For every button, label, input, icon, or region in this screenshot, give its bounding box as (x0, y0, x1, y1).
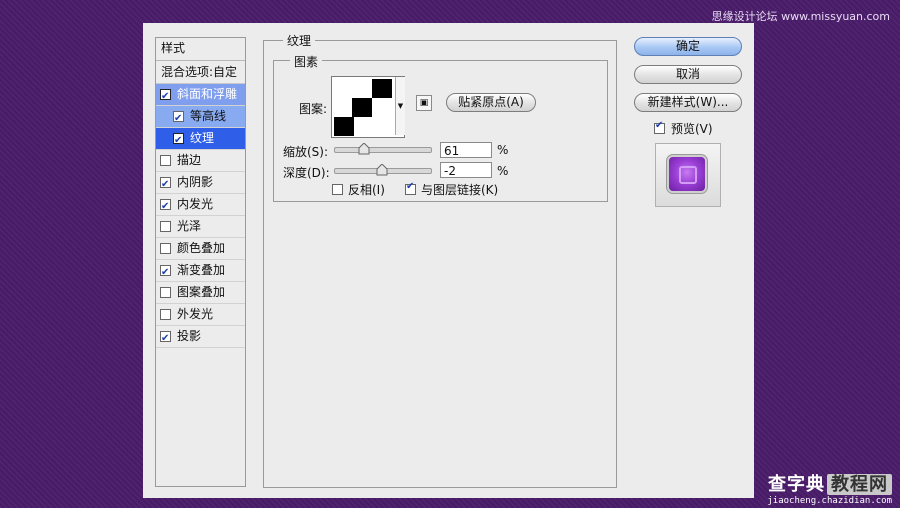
inner-shadow-checkbox[interactable] (160, 174, 171, 195)
style-item-label: 投影 (177, 329, 202, 343)
scale-input[interactable]: 61 (440, 142, 492, 158)
style-item-label: 光泽 (177, 219, 202, 233)
style-item-label: 外发光 (177, 307, 214, 321)
texture-section-title: 纹理 (283, 32, 316, 49)
style-item-bevel-emboss[interactable]: 斜面和浮雕 (156, 84, 245, 107)
cancel-button[interactable]: 取消 (634, 65, 742, 84)
scale-percent-sign: % (497, 143, 509, 157)
gradient-overlay-checkbox[interactable] (160, 262, 171, 283)
depth-percent-sign: % (497, 164, 509, 178)
color-overlay-checkbox[interactable] (160, 243, 171, 254)
stroke-checkbox[interactable] (160, 155, 171, 166)
preview-swatch (669, 157, 705, 191)
styles-list-panel: 样式 混合选项:自定 斜面和浮雕 等高线 纹理 描边 内阴影 内发光 光泽 (155, 37, 246, 487)
depth-slider[interactable] (334, 164, 432, 176)
preview-label: 预览(V) (671, 122, 713, 136)
preview-option[interactable]: 预览(V) (654, 120, 713, 137)
pattern-label: 图案: (299, 102, 328, 116)
style-item-label: 斜面和浮雕 (177, 87, 238, 101)
style-item-label: 纹理 (190, 131, 215, 145)
scale-slider[interactable] (334, 143, 432, 155)
pattern-swatch[interactable]: ▼ (331, 76, 405, 138)
blending-options-item[interactable]: 混合选项:自定 (156, 61, 245, 84)
style-item-label: 渐变叠加 (177, 263, 226, 277)
watermark-main: 查字典 (768, 474, 825, 495)
style-item-gradient-overlay[interactable]: 渐变叠加 (156, 260, 245, 283)
style-item-label: 描边 (177, 153, 202, 167)
link-with-layer-option[interactable]: 与图层链接(K) (405, 181, 498, 198)
invert-checkbox[interactable] (332, 184, 343, 195)
style-item-stroke[interactable]: 描边 (156, 150, 245, 172)
style-item-outer-glow[interactable]: 外发光 (156, 304, 245, 326)
style-item-label: 颜色叠加 (177, 241, 226, 255)
contour-checkbox[interactable] (173, 108, 184, 129)
satin-checkbox[interactable] (160, 221, 171, 232)
outer-glow-checkbox[interactable] (160, 309, 171, 320)
elements-group-title: 图素 (290, 53, 323, 70)
pattern-square (334, 117, 354, 136)
bevel-emboss-checkbox[interactable] (160, 86, 171, 107)
watermark-top: 思缘设计论坛 www.missyuan.com (711, 10, 890, 23)
inner-glow-checkbox[interactable] (160, 196, 171, 217)
scale-label: 缩放(S): (283, 145, 329, 159)
style-item-label: 内发光 (177, 197, 214, 211)
style-item-label: 等高线 (190, 109, 227, 123)
link-with-layer-label: 与图层链接(K) (421, 183, 499, 197)
new-style-button[interactable]: 新建样式(W)... (634, 93, 742, 112)
style-item-inner-shadow[interactable]: 内阴影 (156, 172, 245, 195)
elements-group: 图素 图案: ▼ ▣ 贴紧原点(A) 缩放(S): 61 % 深度(D): -2… (273, 53, 608, 202)
texture-checkbox[interactable] (173, 130, 184, 151)
style-preview-thumbnail (655, 143, 721, 207)
pattern-dropdown-icon[interactable]: ▼ (395, 77, 405, 135)
texture-settings-box: 纹理 图素 图案: ▼ ▣ 贴紧原点(A) 缩放(S): 61 % 深度(D): (263, 32, 617, 488)
watermark-url: jiaocheng.chazidian.com (767, 496, 892, 506)
style-item-texture[interactable]: 纹理 (156, 128, 245, 151)
style-item-inner-glow[interactable]: 内发光 (156, 194, 245, 217)
style-item-contour[interactable]: 等高线 (156, 106, 245, 129)
pattern-square (352, 98, 372, 117)
pattern-square (372, 79, 392, 98)
style-item-drop-shadow[interactable]: 投影 (156, 326, 245, 349)
ok-button[interactable]: 确定 (634, 37, 742, 56)
invert-label: 反相(I) (348, 183, 385, 197)
layer-style-dialog: 样式 混合选项:自定 斜面和浮雕 等高线 纹理 描边 内阴影 内发光 光泽 (143, 23, 754, 498)
style-item-satin[interactable]: 光泽 (156, 216, 245, 238)
pattern-overlay-checkbox[interactable] (160, 287, 171, 298)
drop-shadow-checkbox[interactable] (160, 328, 171, 349)
snap-to-origin-button[interactable]: 贴紧原点(A) (446, 93, 536, 112)
style-item-pattern-overlay[interactable]: 图案叠加 (156, 282, 245, 304)
link-with-layer-checkbox[interactable] (405, 181, 416, 195)
watermark-tag: 教程网 (827, 474, 892, 495)
depth-input[interactable]: -2 (440, 162, 492, 178)
styles-header[interactable]: 样式 (156, 38, 245, 61)
new-preset-icon[interactable]: ▣ (416, 95, 432, 111)
invert-option[interactable]: 反相(I) (332, 181, 385, 198)
style-item-label: 内阴影 (177, 175, 214, 189)
depth-label: 深度(D): (283, 166, 330, 180)
watermark-bottom: 查字典 教程网 jiaocheng.chazidian.com (767, 470, 892, 506)
preview-checkbox[interactable] (654, 120, 665, 134)
style-item-color-overlay[interactable]: 颜色叠加 (156, 238, 245, 260)
style-item-label: 图案叠加 (177, 285, 226, 299)
